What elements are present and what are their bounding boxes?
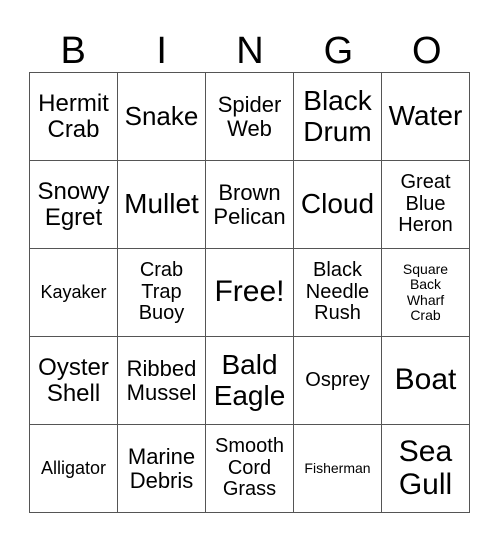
bingo-cell[interactable]: Spider Web: [205, 72, 294, 161]
bingo-cell[interactable]: Hermit Crab: [29, 72, 118, 161]
cell-text-line: Boat: [394, 363, 457, 397]
cell-text-line: Rush: [314, 302, 361, 325]
cell-text-line: Crab: [47, 115, 100, 143]
cell-text-line: Cloud: [300, 188, 375, 220]
bingo-cell[interactable]: Great Blue Heron: [381, 160, 470, 249]
cell-text-line: Sea: [398, 435, 453, 469]
cell-text-line: Square: [402, 261, 449, 278]
cell-text-line: Kayaker: [40, 281, 107, 302]
cell-text-line: Osprey: [305, 368, 370, 391]
bingo-cell[interactable]: Sea Gull: [381, 424, 470, 513]
cell-text-line: Drum: [303, 115, 372, 147]
cell-text-line: Free!: [214, 275, 285, 309]
cell-text-line: Shell: [46, 379, 101, 407]
bingo-card: Hermit Crab Snake Spider Web Black Drum Wat…: [29, 72, 470, 513]
cell-text-line: Smooth: [215, 435, 284, 458]
header-letter-o: O: [412, 30, 442, 72]
bingo-cell[interactable]: Snowy Egret: [29, 160, 118, 249]
cell-text-line: Web: [227, 115, 272, 141]
cell-text-line: Bald: [221, 349, 278, 381]
cell-text-line: Cord: [227, 456, 272, 479]
bingo-cell[interactable]: Boat: [381, 336, 470, 425]
cell-text-line: Eagle: [213, 379, 286, 411]
bingo-cell[interactable]: Black Needle Rush: [293, 248, 382, 337]
cell-text-line: Snowy: [37, 177, 110, 205]
bingo-header: B I N G O: [29, 30, 471, 72]
cell-text-line: Oyster: [38, 353, 109, 381]
bingo-row: Hermit Crab Snake Spider Web Black Drum Wat…: [29, 72, 470, 161]
cell-text-line: Needle: [305, 280, 370, 303]
header-letter-i: I: [156, 30, 167, 72]
cell-text-line: Grass: [222, 478, 277, 501]
bingo-row: Oyster Shell Ribbed Mussel Bald Eagle Ospre…: [29, 336, 470, 425]
cell-text-line: Buoy: [138, 302, 185, 325]
bingo-cell[interactable]: Ribbed Mussel: [117, 336, 206, 425]
cell-text-line: Debris: [129, 467, 194, 493]
bingo-row: Snowy Egret Mullet Brown Pelican Cloud Gre…: [29, 160, 470, 249]
bingo-cell[interactable]: Bald Eagle: [205, 336, 294, 425]
cell-text-line: Ribbed: [126, 355, 197, 381]
free-space[interactable]: Free!: [205, 248, 294, 337]
cell-text-line: Blue: [405, 192, 446, 215]
cell-text-line: Heron: [398, 214, 453, 237]
header-letter-g: G: [323, 30, 354, 72]
bingo-cell[interactable]: Fisherman: [293, 424, 382, 513]
cell-text-line: Back: [409, 276, 442, 293]
cell-text-line: Marine: [127, 443, 196, 469]
cell-text-line: Egret: [44, 203, 103, 231]
cell-text-line: Crab: [410, 306, 441, 323]
bingo-cell[interactable]: Osprey: [293, 336, 382, 425]
bingo-cell[interactable]: Crab Trap Buoy: [117, 248, 206, 337]
bingo-cell[interactable]: Oyster Shell: [29, 336, 118, 425]
cell-text-line: Trap: [141, 280, 182, 303]
bingo-cell[interactable]: Marine Debris: [117, 424, 206, 513]
cell-text-line: Wharf: [406, 291, 445, 308]
bingo-cell[interactable]: Alligator: [29, 424, 118, 513]
cell-text-line: Alligator: [40, 457, 107, 478]
bingo-row: Alligator Marine Debris Smooth Cord Grass F…: [29, 424, 470, 513]
bingo-cell[interactable]: Smooth Cord Grass: [205, 424, 294, 513]
cell-text-line: Snake: [124, 101, 199, 132]
cell-text-line: Brown: [218, 179, 281, 205]
bingo-cell[interactable]: Black Drum: [293, 72, 382, 161]
cell-text-line: Water: [388, 100, 463, 132]
cell-text-line: Gull: [398, 467, 453, 501]
header-letter-b: B: [60, 30, 86, 72]
cell-text-line: Mussel: [126, 379, 197, 405]
cell-text-line: Black: [313, 259, 362, 282]
cell-text-line: Crab: [139, 259, 184, 282]
cell-text-line: Spider: [217, 91, 282, 117]
cell-text-line: Fisherman: [304, 459, 371, 476]
cell-text-line: Pelican: [213, 203, 286, 229]
bingo-cell[interactable]: Kayaker: [29, 248, 118, 337]
bingo-cell[interactable]: Snake: [117, 72, 206, 161]
bingo-cell[interactable]: Water: [381, 72, 470, 161]
cell-text-line: Mullet: [124, 188, 199, 220]
bingo-cell[interactable]: Brown Pelican: [205, 160, 294, 249]
header-letter-n: N: [236, 30, 264, 72]
bingo-row: Kayaker Crab Trap Buoy Free! Black Needle Ru…: [29, 248, 470, 337]
cell-text-line: Black: [303, 85, 372, 117]
bingo-cell[interactable]: Square Back Wharf Crab: [381, 248, 470, 337]
bingo-cell[interactable]: Mullet: [117, 160, 206, 249]
cell-text-line: Great: [400, 171, 451, 194]
cell-text-line: Hermit: [38, 89, 109, 117]
bingo-cell[interactable]: Cloud: [293, 160, 382, 249]
